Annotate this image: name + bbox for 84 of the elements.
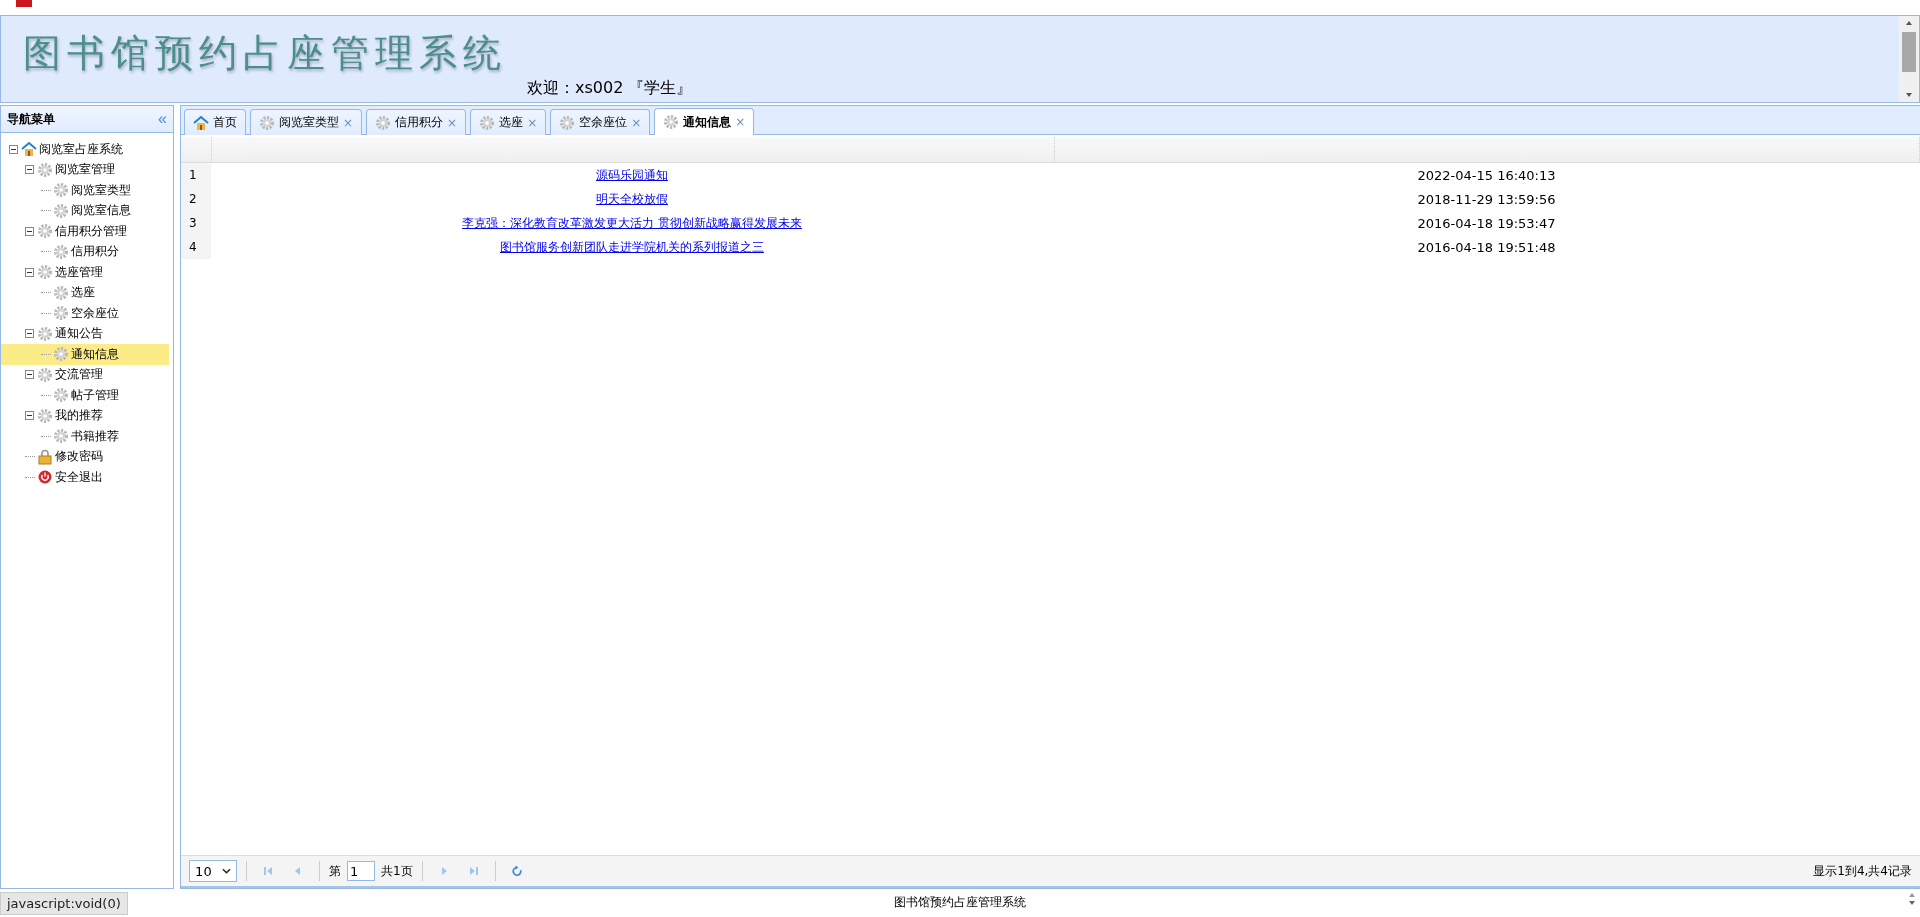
tree-item[interactable]: 空余座位 <box>1 303 169 324</box>
collapse-toggle-icon[interactable] <box>25 267 34 277</box>
gear-icon <box>37 407 53 424</box>
notice-link[interactable]: 李克强：深化教育改革激发更大活力 贯彻创新战略赢得发展未来 <box>462 215 802 230</box>
collapse-toggle-icon[interactable] <box>25 226 34 236</box>
gear-icon <box>37 161 53 178</box>
tree-item[interactable]: 阅览室占座系统 <box>1 139 169 160</box>
tree-item[interactable]: 帖子管理 <box>1 385 169 406</box>
collapse-toggle-icon[interactable] <box>9 144 18 154</box>
gear-icon <box>663 114 680 130</box>
tree-item[interactable]: 选座管理 <box>1 262 169 283</box>
power-icon <box>37 469 53 486</box>
panel-title: 导航菜单 <box>7 110 55 128</box>
scroll-down-icon[interactable] <box>1908 900 1916 906</box>
total-pages-text: 共1页 <box>381 862 413 880</box>
gear-icon <box>37 223 53 240</box>
gear-icon <box>53 305 69 322</box>
tree-item[interactable]: 阅览室类型 <box>1 180 169 201</box>
collapse-toggle-icon[interactable] <box>25 165 34 175</box>
tree-item[interactable]: 安全退出 <box>1 467 169 488</box>
scroll-up-icon[interactable] <box>1908 892 1916 898</box>
notice-link[interactable]: 明天全校放假 <box>596 191 668 206</box>
table-cell: 2018-11-29 13:59:56 <box>1417 191 1556 207</box>
row-number: 2 <box>181 187 211 211</box>
app-icon <box>16 0 32 7</box>
close-icon[interactable]: × <box>735 115 746 129</box>
table-cell: 2016-04-18 19:53:47 <box>1417 215 1556 231</box>
gear-icon <box>53 346 69 363</box>
gear-icon <box>53 202 69 219</box>
notice-link[interactable]: 图书馆服务创新团队走进学院机关的系列报道之三 <box>500 239 764 254</box>
tab[interactable]: 通知信息 × <box>654 108 755 135</box>
gear-icon <box>53 428 69 445</box>
tree-item[interactable]: 信用积分管理 <box>1 221 169 242</box>
tree-item[interactable]: 修改密码 <box>1 446 169 467</box>
tree-item[interactable]: 信用积分 <box>1 241 169 262</box>
notice-link[interactable]: 源码乐园通知 <box>596 167 668 182</box>
tab[interactable]: 信用积分 × <box>366 109 467 135</box>
gear-icon <box>37 264 53 281</box>
collapse-toggle-icon[interactable] <box>25 329 34 339</box>
house-icon <box>21 141 37 158</box>
tree-item[interactable]: 交流管理 <box>1 364 169 385</box>
gear-icon <box>53 284 69 301</box>
gear-icon <box>53 243 69 260</box>
tab[interactable]: 选座 × <box>470 109 547 135</box>
house-icon <box>193 114 209 131</box>
gear-icon <box>53 182 69 199</box>
scroll-up-icon[interactable] <box>1905 20 1913 26</box>
row-number: 3 <box>181 211 211 235</box>
refresh-icon[interactable] <box>510 865 523 877</box>
tree-item[interactable]: 通知信息 <box>1 344 169 365</box>
scrollbar[interactable] <box>1899 16 1919 102</box>
collapse-toggle-icon[interactable] <box>25 411 34 421</box>
tree-item[interactable]: 阅览室信息 <box>1 200 169 221</box>
tree-item[interactable]: 通知公告 <box>1 323 169 344</box>
tree-item[interactable]: 阅览室管理 <box>1 159 169 180</box>
tree-item[interactable]: 选座 <box>1 282 169 303</box>
scroll-down-icon[interactable] <box>1905 92 1913 98</box>
tree-item[interactable]: 书籍推荐 <box>1 426 169 447</box>
footer-title: 图书馆预约占座管理系统 <box>894 894 1026 911</box>
gear-icon <box>37 366 53 383</box>
padlock-icon <box>37 448 53 465</box>
scroll-thumb[interactable] <box>1902 32 1916 72</box>
welcome-text: 欢迎：xs002 『学生』 <box>527 78 693 99</box>
gear-icon <box>53 387 69 404</box>
page-number-field[interactable]: 1 <box>347 861 375 881</box>
gear-icon <box>479 114 496 131</box>
row-number: 4 <box>181 235 211 259</box>
site-title: 图书馆预约占座管理系统 <box>23 30 507 77</box>
tree-item[interactable]: 我的推荐 <box>1 405 169 426</box>
table-cell: 2016-04-18 19:51:48 <box>1417 239 1556 255</box>
table-cell: 2022-04-15 16:40:13 <box>1417 167 1556 183</box>
tab[interactable]: 阅览室类型 × <box>250 109 363 135</box>
collapse-toggle-icon[interactable] <box>25 370 34 380</box>
gear-icon <box>375 114 392 131</box>
gear-icon <box>259 114 275 131</box>
row-number: 1 <box>181 163 211 187</box>
tab[interactable]: 空余座位 × <box>550 109 651 135</box>
tab[interactable]: 首页 <box>184 109 246 135</box>
record-summary: 显示1到4,共4记录 <box>1813 862 1912 880</box>
chevron-icon <box>221 868 231 874</box>
page-size-select[interactable]: 10 <box>189 860 237 882</box>
page-label: 第 <box>329 862 341 880</box>
gear-icon <box>559 114 576 131</box>
gear-icon <box>37 325 53 342</box>
